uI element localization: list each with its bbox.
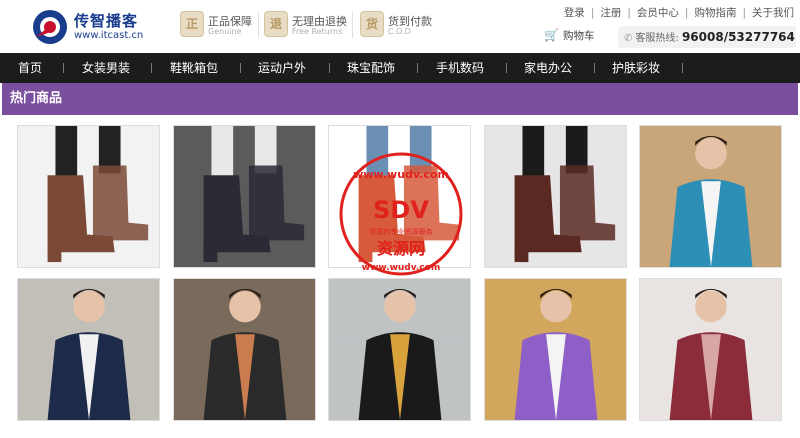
product-image	[329, 126, 470, 267]
feature-subtitle: Genuine	[208, 27, 242, 36]
product-image	[485, 126, 626, 267]
register-link[interactable]: 注册	[600, 7, 621, 19]
nav-item-beauty[interactable]: 护肤彩妆	[612, 53, 660, 83]
hotline-box: ✆ 客服热线: 96008/53277764	[618, 26, 796, 48]
logo-name: 传智播客	[74, 12, 139, 30]
shopping-guide-link[interactable]: 购物指南	[694, 7, 736, 19]
product-image	[640, 126, 781, 267]
product-buckle-boots[interactable]	[484, 125, 627, 268]
hotline-label: 客服热线:	[635, 33, 679, 44]
section-title: 热门商品	[10, 91, 63, 106]
product-purple-plaid-coat[interactable]	[484, 278, 627, 421]
nav-divider	[417, 63, 418, 73]
top-links: 登录 | 注册 | 会员中心 | 购物指南 | 关于我们	[563, 7, 794, 19]
nav-divider	[506, 63, 507, 73]
genuine-icon: 正	[180, 11, 204, 37]
product-image	[640, 279, 781, 420]
product-navy-cardigan-man[interactable]	[17, 278, 160, 421]
nav-divider	[682, 63, 683, 73]
nav-item-apparel[interactable]: 女装男装	[82, 53, 130, 83]
return-icon: 退	[264, 11, 288, 37]
nav-divider	[329, 63, 330, 73]
product-suede-boots-black[interactable]	[173, 125, 316, 268]
nav-divider	[240, 63, 241, 73]
product-scarf-leather-jacket[interactable]	[173, 278, 316, 421]
site-header: 传智播客 www.itcast.cn 正 正品保障 Genuine 退 无理由退…	[0, 0, 800, 52]
product-ankle-boots-brown[interactable]	[17, 125, 160, 268]
site-logo[interactable]: 传智播客 www.itcast.cn	[30, 7, 150, 47]
nav-item-sports[interactable]: 运动户外	[258, 53, 306, 83]
hot-products-bar: 热门商品	[2, 83, 798, 115]
feature-divider	[258, 12, 259, 38]
product-image	[18, 126, 159, 267]
nav-item-home[interactable]: 首页	[18, 53, 42, 83]
phone-icon: ✆	[624, 33, 633, 44]
cart-link[interactable]: 🛒 购物车	[544, 28, 594, 43]
product-orange-boots[interactable]	[328, 125, 471, 268]
about-us-link[interactable]: 关于我们	[752, 7, 794, 19]
nav-item-jewelry[interactable]: 珠宝配饰	[347, 53, 395, 83]
nav-item-shoes-bags[interactable]: 鞋靴箱包	[170, 53, 218, 83]
feature-subtitle: C.O.D	[388, 27, 411, 36]
feature-subtitle: Free Returns	[292, 27, 343, 36]
main-nav: 首页 女装男装 鞋靴箱包 运动户外 珠宝配饰 手机数码 家电办公 护肤彩妆	[0, 53, 800, 83]
member-center-link[interactable]: 会员中心	[637, 7, 679, 19]
hotline-number: 96008/53277764	[681, 30, 795, 44]
logo-url: www.itcast.cn	[74, 30, 144, 41]
cart-icon: 🛒	[544, 28, 559, 42]
product-image	[174, 126, 315, 267]
cod-icon: 货	[360, 11, 384, 37]
product-image	[485, 279, 626, 420]
nav-item-digital[interactable]: 手机数码	[436, 53, 484, 83]
product-image	[174, 279, 315, 420]
login-link[interactable]: 登录	[564, 7, 585, 19]
nav-divider	[151, 63, 152, 73]
cart-label: 购物车	[562, 30, 595, 42]
product-teal-jacket-man[interactable]	[639, 125, 782, 268]
nav-divider	[594, 63, 595, 73]
nav-divider	[63, 63, 64, 73]
logo-mark-icon	[33, 10, 67, 44]
feature-divider	[352, 12, 353, 38]
product-plaid-sweater-woman[interactable]	[639, 278, 782, 421]
product-black-hoodie-man[interactable]	[328, 278, 471, 421]
nav-item-appliances[interactable]: 家电办公	[524, 53, 572, 83]
product-image	[18, 279, 159, 420]
product-image	[329, 279, 470, 420]
